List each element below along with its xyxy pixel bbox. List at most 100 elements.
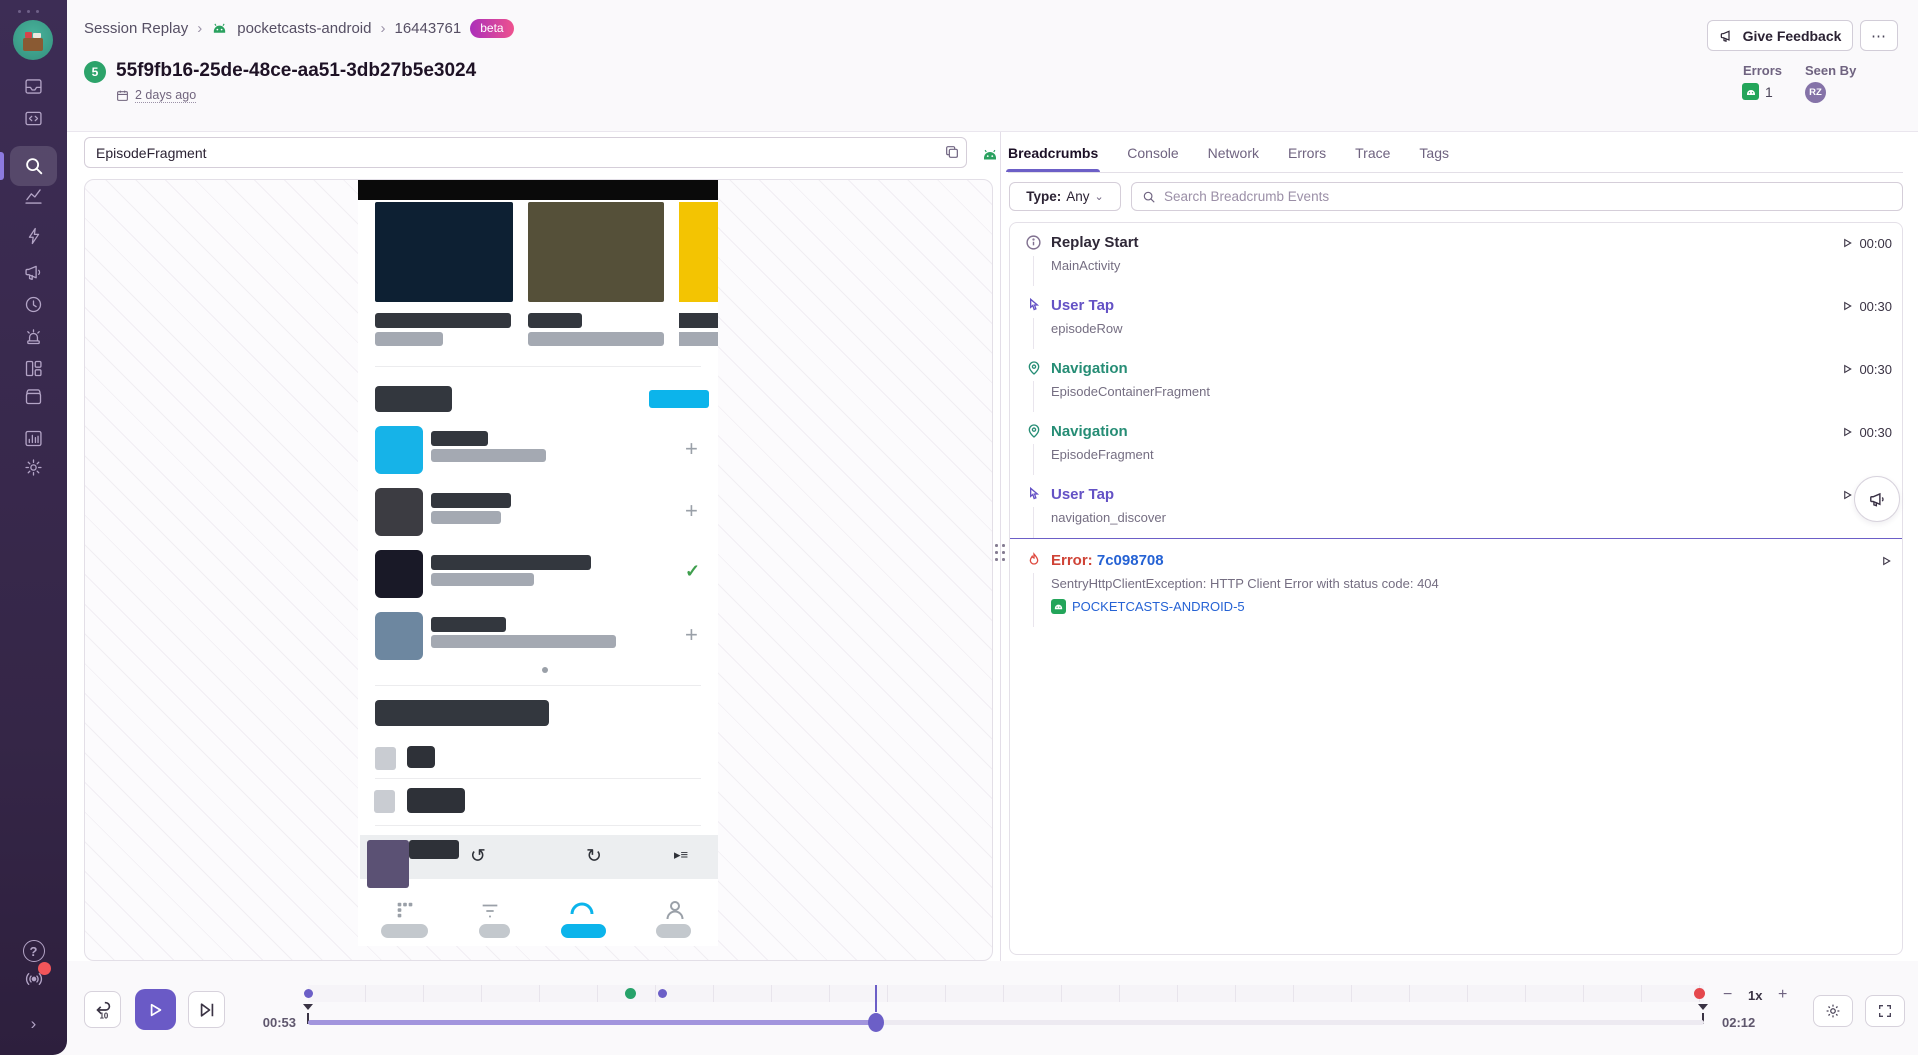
skip-to-end-button[interactable] (188, 991, 225, 1028)
section-header-placeholder (375, 700, 549, 726)
tab-trace[interactable]: Trace (1355, 134, 1390, 172)
timeline-marker-green[interactable] (625, 988, 636, 999)
sidebar-expand-chevron[interactable]: › (0, 1015, 67, 1032)
jump-to-time-button[interactable]: 00:30 (1842, 297, 1892, 349)
issues-icon[interactable] (0, 76, 67, 97)
text-placeholder (431, 617, 506, 632)
episode-thumb (375, 488, 423, 536)
breadcrumb-event-row[interactable]: Navigation EpisodeContainerFragment 00:3… (1010, 349, 1902, 412)
megaphone-icon[interactable] (0, 262, 67, 283)
android-project-icon (1051, 599, 1066, 614)
seen-by-avatar[interactable]: RZ (1805, 82, 1826, 103)
tab-network[interactable]: Network (1208, 134, 1259, 172)
event-title: User Tap (1051, 297, 1842, 315)
scrubber-handle[interactable] (868, 1013, 884, 1032)
tab-errors[interactable]: Errors (1288, 134, 1326, 172)
breadcrumb-event-list: Replay Start MainActivity 00:00 User Tap… (1009, 222, 1903, 955)
small-placeholder (374, 790, 395, 813)
album-art (528, 202, 664, 302)
breadcrumb-event-row[interactable]: User Tap episodeRow 00:30 (1010, 286, 1902, 349)
copy-icon[interactable] (944, 144, 960, 160)
current-time-indicator-line (1010, 538, 1902, 539)
jump-to-time-button[interactable]: 00:00 (1842, 234, 1892, 286)
timeline-marker-error[interactable] (1694, 988, 1705, 999)
gear-icon (1824, 1002, 1842, 1020)
settings-gear-icon[interactable] (0, 457, 67, 478)
jump-to-time-button[interactable]: 00:30 (1842, 360, 1892, 412)
breadcrumb: Session Replay › pocketcasts-android › 1… (84, 19, 514, 38)
rewind-10s-button[interactable]: 10 (84, 991, 121, 1028)
scrubber-track[interactable] (308, 1020, 1704, 1025)
breadcrumb-event-row[interactable]: Replay Start MainActivity 00:00 (1010, 223, 1902, 286)
event-subtitle: navigation_discover (1051, 510, 1842, 525)
tab-tags[interactable]: Tags (1419, 134, 1449, 172)
errors-count[interactable]: 1 (1742, 83, 1773, 100)
give-feedback-button[interactable]: Give Feedback (1707, 20, 1853, 51)
projects-icon[interactable] (0, 108, 67, 129)
play-icon (147, 1001, 164, 1019)
explore-search-icon[interactable] (0, 155, 67, 177)
nav-label-placeholder (381, 924, 428, 938)
page-indicator-dot (542, 667, 548, 673)
fullscreen-button[interactable] (1865, 995, 1905, 1027)
more-options-button[interactable]: ⋯ (1860, 20, 1898, 51)
playback-speed-label[interactable]: 1x (1748, 988, 1762, 1003)
dashboards-grid-icon[interactable] (0, 358, 67, 379)
plus-icon: + (685, 436, 698, 462)
timeline-events-track[interactable] (308, 985, 1704, 1002)
clip-end-marker (1698, 1004, 1708, 1010)
breadcrumb-search-input[interactable] (1164, 189, 1892, 204)
nav-profile-icon (663, 898, 687, 922)
error-id-link[interactable]: 7c098708 (1097, 552, 1164, 569)
plus-icon: + (685, 622, 698, 648)
lightning-icon[interactable] (0, 226, 67, 246)
text-placeholder (679, 313, 718, 328)
error-project-link[interactable]: POCKETCASTS-ANDROID-5 (1051, 599, 1881, 614)
nav-label-placeholder (479, 924, 510, 938)
breadcrumb-error-row[interactable]: Error: 7c098708 SentryHttpClientExceptio… (1010, 538, 1902, 627)
play-button[interactable] (135, 989, 176, 1030)
timeline-marker-purple[interactable] (304, 989, 313, 998)
album-art (375, 202, 513, 302)
archive-box-icon[interactable] (0, 386, 67, 407)
status-bar (358, 180, 718, 200)
help-icon[interactable]: ? (0, 940, 67, 962)
window-dots (18, 10, 39, 13)
jump-to-time-button[interactable]: 00:30 (1842, 423, 1892, 475)
tab-breadcrumbs[interactable]: Breadcrumbs (1008, 134, 1098, 172)
nav-podcasts-icon (394, 900, 416, 922)
player-settings-button[interactable] (1813, 995, 1853, 1027)
broadcast-icon[interactable] (0, 968, 67, 990)
breadcrumb-session-replay[interactable]: Session Replay (84, 20, 188, 37)
jump-to-time-button[interactable] (1881, 552, 1892, 627)
play-icon (1842, 363, 1853, 375)
check-icon: ✓ (685, 561, 700, 582)
replay-seek-input[interactable] (84, 137, 967, 168)
timeline-zoom-in-button[interactable]: + (1778, 986, 1787, 1004)
small-placeholder (407, 746, 435, 768)
stats-bars-icon[interactable] (0, 428, 67, 449)
text-placeholder (431, 493, 511, 508)
chevron-down-icon: ⌄ (1095, 190, 1104, 203)
nav-filters-icon (479, 900, 501, 922)
breadcrumb-project[interactable]: pocketcasts-android (237, 20, 371, 37)
breadcrumb-event-row[interactable]: Navigation EpisodeFragment 00:30 (1010, 412, 1902, 475)
whats-new-badge (38, 962, 51, 975)
clip-start-marker (303, 1004, 313, 1010)
replays-history-icon[interactable] (0, 294, 67, 315)
event-title: Error: 7c098708 (1051, 552, 1881, 570)
replay-player-canvas[interactable]: + + ✓ + ↺ ↻ ▸≡ (84, 179, 993, 961)
breadcrumb-replay-number[interactable]: 16443761 (394, 20, 461, 37)
org-avatar[interactable] (13, 20, 53, 60)
breadcrumb-event-row[interactable]: User Tap navigation_discover 00:33 (1010, 475, 1902, 538)
timeline-marker-purple[interactable] (658, 989, 667, 998)
type-filter-dropdown[interactable]: Type:Any ⌄ (1009, 182, 1121, 211)
tab-console[interactable]: Console (1127, 134, 1178, 172)
event-subtitle: EpisodeContainerFragment (1051, 384, 1842, 399)
alerts-siren-icon[interactable] (0, 326, 67, 347)
stats-trend-icon[interactable] (0, 186, 67, 207)
panel-resize-handle[interactable] (993, 540, 1008, 566)
timeline-zoom-out-button[interactable]: − (1723, 986, 1732, 1004)
detail-tabs: Breadcrumbs Console Network Errors Trace… (1008, 134, 1903, 173)
floating-feedback-button[interactable] (1854, 476, 1900, 522)
